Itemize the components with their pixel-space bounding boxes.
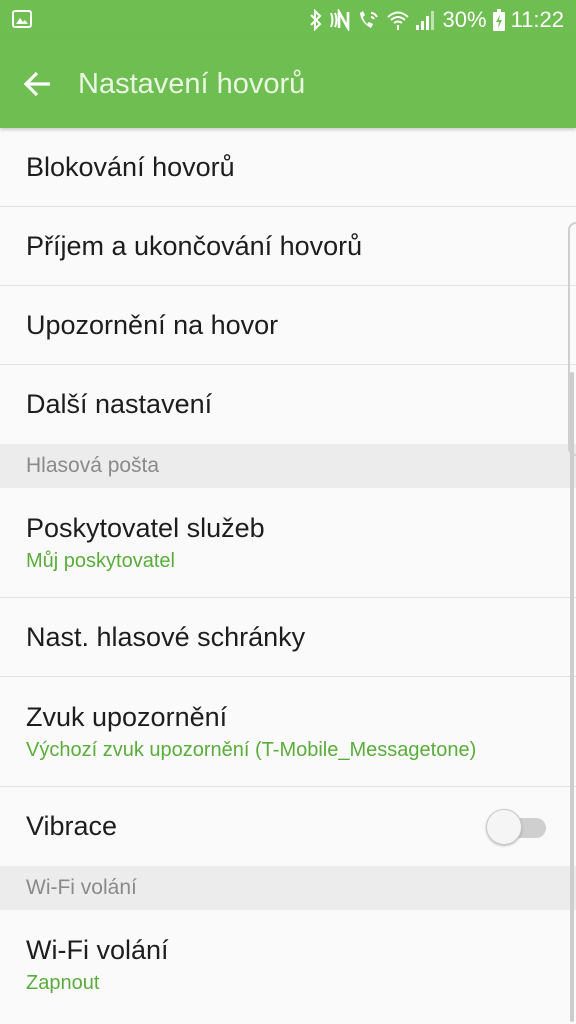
back-button[interactable] xyxy=(14,60,62,108)
setting-title: Blokování hovorů xyxy=(26,151,235,182)
section-header-wifi-calling: Wi-Fi volání xyxy=(0,866,576,910)
setting-notification-sound[interactable]: Zvuk upozornění Výchozí zvuk upozornění … xyxy=(0,677,576,787)
setting-title: Další nastavení xyxy=(26,389,213,419)
setting-subtitle: Výchozí zvuk upozornění (T-Mobile_Messag… xyxy=(26,738,477,761)
vibration-toggle[interactable] xyxy=(486,808,546,845)
setting-title: Nast. hlasové schránky xyxy=(26,621,306,652)
signal-icon xyxy=(415,9,437,31)
nfc-icon xyxy=(329,9,351,31)
status-bar: 30% 11:22 xyxy=(0,0,576,40)
setting-vibration[interactable]: Vibrace xyxy=(0,787,576,866)
setting-subtitle: Zapnout xyxy=(26,972,100,994)
setting-service-provider[interactable]: Poskytovatel služeb Můj poskytovatel xyxy=(0,488,576,598)
section-header-voicemail: Hlasová pošta xyxy=(0,444,576,488)
battery-percent: 30% xyxy=(442,7,487,32)
battery-charging-icon xyxy=(492,9,505,31)
toggle-thumb xyxy=(486,808,522,845)
setting-wifi-calling[interactable]: Wi-Fi volání Zapnout xyxy=(0,910,576,1020)
setting-call-blocking[interactable]: Blokování hovorů xyxy=(0,128,576,207)
setting-subtitle: Můj poskytovatel xyxy=(26,549,175,572)
setting-call-alerts[interactable]: Upozornění na hovor xyxy=(0,286,576,365)
gallery-icon xyxy=(12,10,32,28)
arrow-left-icon xyxy=(24,71,50,97)
scrollbar[interactable] xyxy=(570,372,574,1022)
wifi-call-icon xyxy=(357,9,381,31)
settings-list: Blokování hovorů Příjem a ukončování hov… xyxy=(0,128,576,1020)
bluetooth-icon xyxy=(309,9,323,31)
wifi-icon xyxy=(386,9,409,31)
setting-title: Upozornění na hovor xyxy=(26,309,279,340)
setting-answer-end-calls[interactable]: Příjem a ukončování hovorů xyxy=(0,207,576,286)
clock: 11:22 xyxy=(510,7,564,32)
setting-title: Wi-Fi volání xyxy=(26,935,169,965)
setting-voicemail-settings[interactable]: Nast. hlasové schránky xyxy=(0,598,576,677)
setting-title: Příjem a ukončování hovorů xyxy=(26,230,363,261)
status-icons: 30% 11:22 xyxy=(309,0,564,40)
page-title: Nastavení hovorů xyxy=(78,68,306,100)
setting-title: Zvuk upozornění xyxy=(26,701,228,732)
setting-more-settings[interactable]: Další nastavení xyxy=(0,365,576,444)
setting-title: Poskytovatel služeb xyxy=(26,512,265,543)
app-bar: Nastavení hovorů xyxy=(0,40,576,128)
setting-title: Vibrace xyxy=(26,811,118,841)
